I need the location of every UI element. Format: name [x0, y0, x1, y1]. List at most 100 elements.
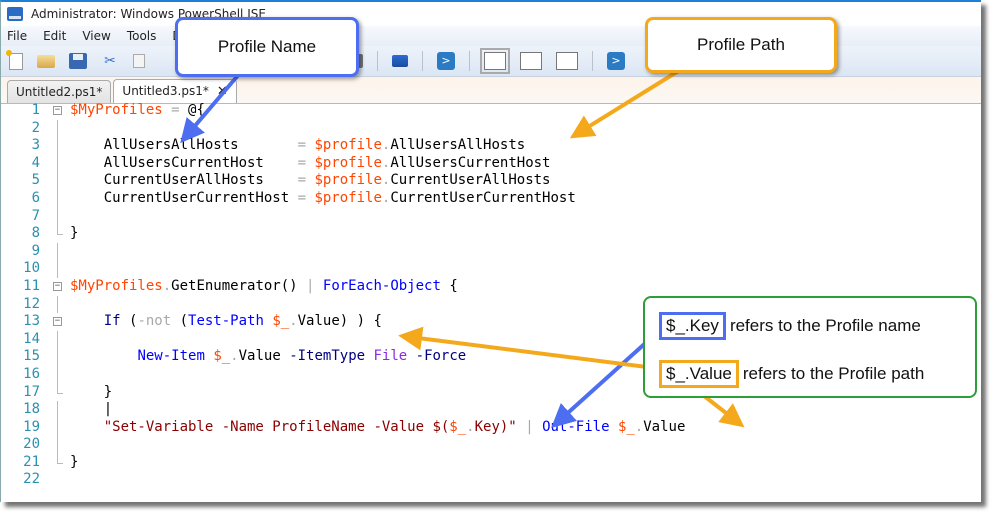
line-number: 9	[31, 242, 40, 259]
fold-gutter	[52, 172, 68, 190]
cut-icon[interactable]: ✂	[101, 53, 119, 69]
menu-tools[interactable]: Tools	[125, 29, 159, 43]
code-line[interactable]: 5 CurrentUserAllHosts = $profile.Current…	[0, 172, 980, 190]
code-line[interactable]: 19 "Set-Variable -Name ProfileName -Valu…	[0, 418, 980, 437]
code-line[interactable]: 20	[0, 436, 980, 454]
show-console-icon[interactable]: >	[607, 52, 625, 70]
code-line[interactable]: 6 CurrentUserCurrentHost = $profile.Curr…	[0, 189, 980, 208]
code-line[interactable]: 3 AllUsersAllHosts = $profile.AllUsersAl…	[0, 137, 980, 155]
code-text: AllUsersAllHosts = $profile.AllUsersAllH…	[70, 137, 526, 154]
code-line[interactable]: 22	[0, 471, 980, 489]
code-line[interactable]: 11 − $MyProfiles.GetEnumerator() | ForEach…	[0, 278, 980, 296]
close-tab-icon[interactable]: ✕	[217, 84, 228, 99]
profile-path-callout: Profile Path	[645, 17, 837, 73]
line-number: 21	[23, 453, 40, 470]
tab-untitled3[interactable]: Untitled3.ps1* ✕	[113, 79, 237, 103]
fold-gutter	[52, 207, 68, 226]
copy-icon[interactable]	[133, 54, 145, 68]
fold-gutter	[52, 471, 68, 489]
fold-gutter: −	[52, 102, 68, 120]
new-file-icon[interactable]	[6, 49, 23, 70]
line-number: 12	[23, 295, 40, 312]
collapse-icon[interactable]: −	[53, 281, 62, 291]
profile-name-label: Profile Name	[217, 37, 317, 56]
fold-gutter	[52, 154, 68, 173]
tab-label: Untitled3.ps1*	[122, 84, 209, 98]
line-number: 20	[23, 436, 40, 453]
line-number: 13	[23, 313, 40, 330]
code-line[interactable]: 18 |	[0, 401, 980, 419]
code-line[interactable]: 8}	[0, 225, 980, 243]
profile-path-label: Profile Path	[697, 35, 785, 54]
legend-value-row: $_.Value refers to the Profile path	[659, 360, 924, 388]
remote-powershell-icon[interactable]	[392, 55, 408, 67]
menu-view[interactable]: View	[80, 29, 112, 43]
fold-gutter	[52, 401, 68, 419]
code-line[interactable]: 1 − $MyProfiles = @{	[0, 102, 980, 120]
open-folder-icon[interactable]	[37, 54, 55, 68]
tab-untitled2[interactable]: Untitled2.ps1*	[7, 80, 112, 103]
code-line[interactable]: 21}	[0, 453, 980, 472]
line-number: 7	[31, 207, 40, 224]
layout-top-icon[interactable]	[480, 48, 510, 74]
line-number: 19	[23, 418, 40, 435]
code-line[interactable]: 7	[0, 207, 980, 226]
script-tabs: Untitled2.ps1* Untitled3.ps1* ✕	[1, 77, 981, 104]
code-text: CurrentUserCurrentHost = $profile.Curren…	[70, 189, 576, 206]
legend-key-row: $_.Key refers to the Profile name	[659, 312, 921, 340]
fold-gutter	[52, 260, 68, 278]
toolbar-separator	[592, 51, 593, 71]
line-number: 1	[31, 102, 40, 118]
fold-gutter	[52, 189, 68, 208]
fold-gutter	[52, 242, 68, 261]
toolbar-separator	[422, 51, 423, 71]
fold-gutter	[52, 365, 68, 384]
line-number: 15	[23, 348, 40, 365]
line-number: 4	[31, 154, 40, 171]
line-number: 22	[23, 471, 40, 488]
fold-gutter	[52, 137, 68, 155]
tab-label: Untitled2.ps1*	[16, 85, 103, 99]
line-number: 14	[23, 330, 40, 347]
code-text: New-Item $_.Value -ItemType File -Force	[137, 348, 467, 365]
fold-gutter	[52, 453, 68, 472]
fold-gutter	[52, 383, 68, 402]
code-text: "Set-Variable -Name ProfileName -Value $…	[103, 418, 686, 435]
layout-max-icon[interactable]	[556, 52, 578, 70]
line-number: 11	[23, 277, 40, 294]
fold-gutter: −	[52, 313, 68, 331]
menu-edit[interactable]: Edit	[41, 29, 68, 43]
save-icon[interactable]	[69, 53, 87, 69]
code-text: $MyProfiles = @{	[70, 102, 205, 118]
code-text: $MyProfiles.GetEnumerator() | ForEach-Ob…	[70, 277, 458, 294]
code-line[interactable]: 10	[0, 260, 980, 278]
key-description: refers to the Profile name	[729, 316, 921, 335]
line-number: 6	[31, 189, 40, 206]
line-number: 3	[31, 137, 40, 154]
collapse-icon[interactable]: −	[53, 106, 62, 115]
collapse-icon[interactable]: −	[53, 317, 62, 327]
fold-gutter	[52, 225, 68, 243]
powershell-icon[interactable]: >	[437, 52, 455, 70]
legend-box: $_.Key refers to the Profile name $_.Val…	[643, 296, 977, 398]
code-text: }	[70, 225, 79, 242]
layout-right-icon[interactable]	[520, 52, 542, 70]
code-line[interactable]: 4 AllUsersCurrentHost = $profile.AllUser…	[0, 154, 980, 173]
code-text: AllUsersCurrentHost = $profile.AllUsersC…	[70, 154, 551, 171]
menu-file[interactable]: File	[5, 29, 29, 43]
key-token: $_.Key	[659, 312, 726, 340]
code-text: |	[70, 401, 113, 418]
code-line[interactable]: 9	[0, 242, 980, 261]
line-number: 18	[23, 401, 40, 418]
code-text: }	[70, 453, 79, 470]
value-token: $_.Value	[659, 360, 739, 388]
value-description: refers to the Profile path	[742, 364, 925, 383]
code-line[interactable]: 2	[0, 119, 980, 138]
